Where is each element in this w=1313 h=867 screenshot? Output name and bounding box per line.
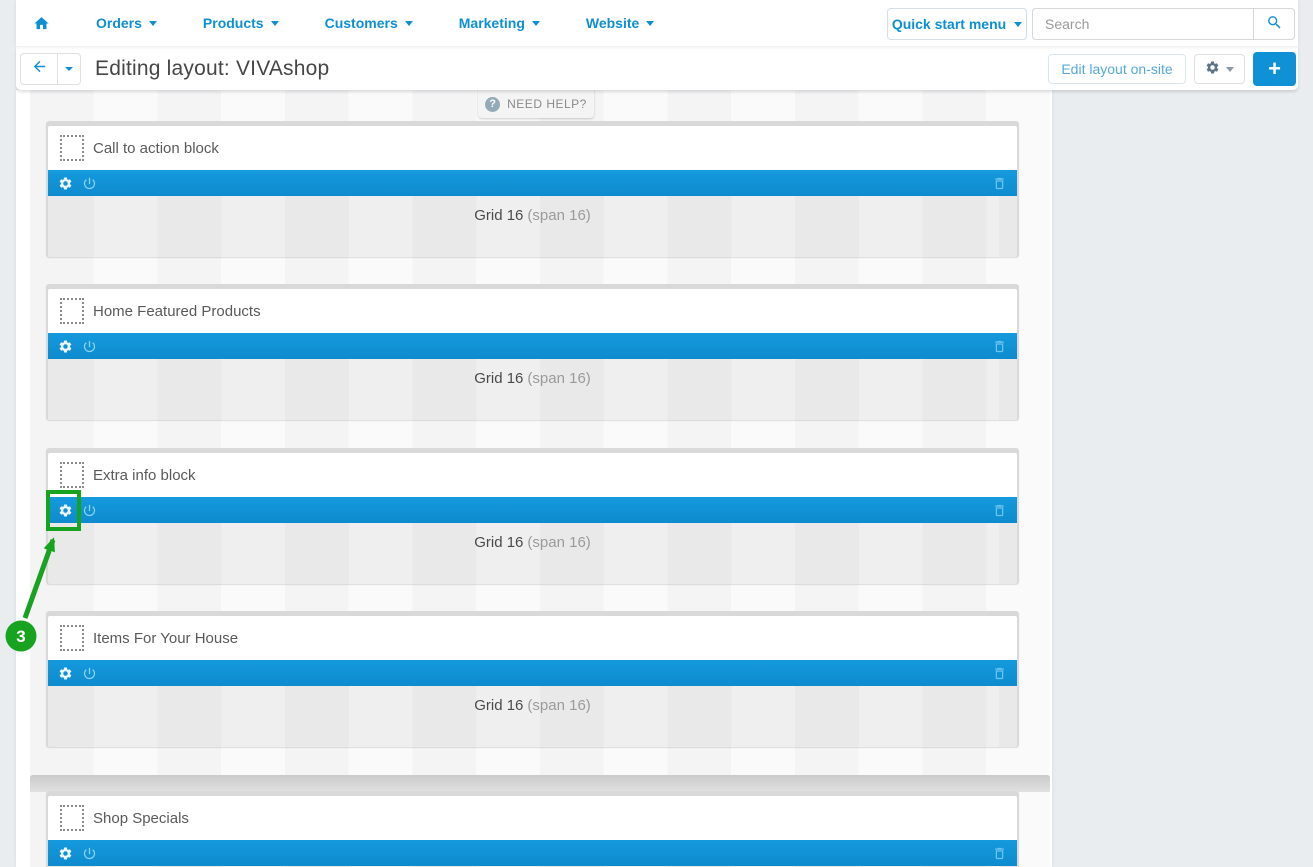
span-label: (span 16) (527, 534, 590, 551)
span-label: (span 16) (527, 207, 590, 224)
need-help-tab[interactable]: ? NEED HELP? (478, 90, 594, 118)
menu-products-label: Products (203, 15, 264, 31)
block-type-icon (60, 805, 84, 831)
block-title: Shop Specials (93, 810, 189, 827)
edit-layout-onsite-button[interactable]: Edit layout on-site (1048, 54, 1186, 84)
block-title: Call to action block (93, 140, 219, 157)
chevron-down-icon (149, 21, 157, 26)
span-label: (span 16) (527, 370, 590, 387)
layout-block: Extra info block Grid 16(span 16) (46, 448, 1019, 584)
block-delete-trash-icon[interactable] (992, 339, 1007, 354)
block-grid-info: Grid 16(span 16) (48, 196, 1017, 257)
grid-label: Grid 16 (474, 534, 523, 551)
block-settings-gear-icon[interactable] (58, 846, 73, 861)
grid-label: Grid 16 (474, 370, 523, 387)
block-action-bar (48, 333, 1017, 359)
layout-block: Shop Specials Grid 16(span 16) (46, 791, 1019, 867)
layout-block: Home Featured Products Grid 16(span 16) (46, 284, 1019, 420)
container-divider-bar (30, 775, 1050, 792)
search-icon (1266, 14, 1283, 34)
block-power-toggle-icon[interactable] (82, 339, 97, 354)
menu-orders[interactable]: Orders (96, 15, 157, 31)
block-grid-info: Grid 16(span 16) (48, 523, 1017, 584)
block-settings-gear-icon[interactable] (58, 339, 73, 354)
gear-icon (1205, 60, 1220, 78)
chevron-down-icon (405, 21, 413, 26)
block-settings-gear-icon[interactable] (58, 666, 73, 681)
layout-block: Call to action block Grid 16(span 16) (46, 121, 1019, 257)
block-delete-trash-icon[interactable] (992, 176, 1007, 191)
quick-start-menu-label: Quick start menu (892, 16, 1006, 32)
quick-start-menu-button[interactable]: Quick start menu (887, 8, 1027, 40)
layout-block: Items For Your House Grid 16(span 16) (46, 611, 1019, 747)
grid-label: Grid 16 (474, 207, 523, 224)
chevron-down-icon (65, 67, 73, 71)
block-settings-gear-icon[interactable] (58, 176, 73, 191)
chevron-down-icon (1226, 67, 1234, 72)
block-type-icon (60, 462, 84, 488)
menu-customers[interactable]: Customers (325, 15, 413, 31)
block-grid-info: Grid 16(span 16) (48, 686, 1017, 747)
block-action-bar (48, 840, 1017, 866)
block-action-bar (48, 497, 1017, 523)
menu-website[interactable]: Website (586, 15, 654, 31)
block-delete-trash-icon[interactable] (992, 503, 1007, 518)
page-title: Editing layout: VIVAshop (95, 47, 329, 90)
block-settings-gear-icon[interactable] (58, 503, 73, 518)
block-drag-handle[interactable]: Extra info block (48, 453, 1017, 497)
menu-website-label: Website (586, 15, 639, 31)
add-button[interactable]: + (1253, 52, 1296, 86)
search-button[interactable] (1253, 8, 1295, 40)
block-title: Extra info block (93, 467, 196, 484)
search-input[interactable] (1032, 8, 1253, 40)
settings-dropdown-button[interactable] (1194, 54, 1245, 84)
block-power-toggle-icon[interactable] (82, 176, 97, 191)
block-power-toggle-icon[interactable] (82, 846, 97, 861)
block-power-toggle-icon[interactable] (82, 503, 97, 518)
chevron-down-icon (532, 21, 540, 26)
block-drag-handle[interactable]: Items For Your House (48, 616, 1017, 660)
block-delete-trash-icon[interactable] (992, 846, 1007, 861)
block-delete-trash-icon[interactable] (992, 666, 1007, 681)
main-menu: Orders Products Customers Marketing Webs… (16, 15, 654, 32)
block-action-bar (48, 660, 1017, 686)
page-toolbar: Editing layout: VIVAshop Edit layout on-… (16, 47, 1298, 90)
block-title: Home Featured Products (93, 303, 261, 320)
block-title: Items For Your House (93, 630, 238, 647)
menu-products[interactable]: Products (203, 15, 279, 31)
menu-orders-label: Orders (96, 15, 142, 31)
block-type-icon (60, 298, 84, 324)
back-dropdown-button[interactable] (58, 53, 81, 85)
chevron-down-icon (646, 21, 654, 26)
span-label: (span 16) (527, 697, 590, 714)
chevron-down-icon (1014, 22, 1022, 27)
back-split-button (20, 53, 81, 85)
back-button[interactable] (20, 53, 58, 85)
home-icon[interactable] (33, 15, 50, 32)
block-action-bar (48, 170, 1017, 196)
search-form (1032, 8, 1295, 40)
layout-editor-canvas: ? NEED HELP? Call to action block Grid 1… (16, 90, 1052, 867)
menu-marketing-label: Marketing (459, 15, 525, 31)
block-type-icon (60, 625, 84, 651)
grid-label: Grid 16 (474, 697, 523, 714)
block-grid-info: Grid 16(span 16) (48, 359, 1017, 420)
need-help-label: NEED HELP? (507, 97, 587, 111)
arrow-left-icon (31, 58, 48, 80)
block-power-toggle-icon[interactable] (82, 666, 97, 681)
plus-icon: + (1268, 54, 1281, 84)
block-type-icon (60, 135, 84, 161)
block-drag-handle[interactable]: Shop Specials (48, 796, 1017, 840)
block-drag-handle[interactable]: Call to action block (48, 126, 1017, 170)
menu-marketing[interactable]: Marketing (459, 15, 540, 31)
question-circle-icon: ? (485, 97, 500, 112)
menu-customers-label: Customers (325, 15, 398, 31)
chevron-down-icon (271, 21, 279, 26)
top-navigation-bar: Orders Products Customers Marketing Webs… (16, 0, 1298, 47)
block-drag-handle[interactable]: Home Featured Products (48, 289, 1017, 333)
